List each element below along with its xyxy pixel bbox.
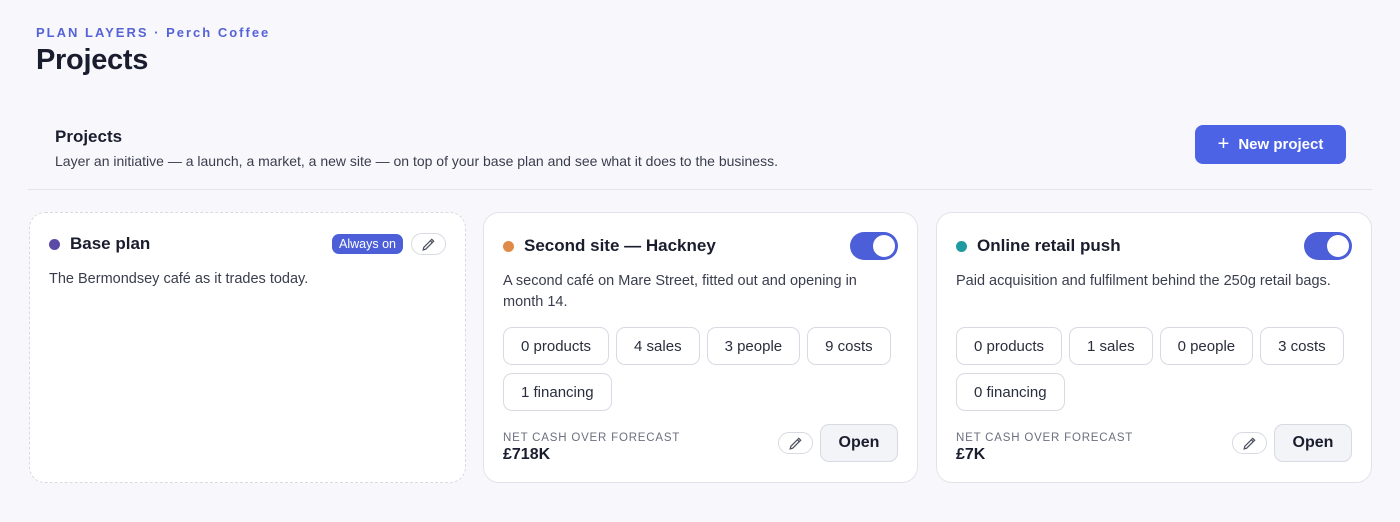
page-title: Projects xyxy=(36,44,149,76)
card-title: Second site — Hackney xyxy=(524,236,716,255)
chip-financing[interactable]: 0 financing xyxy=(956,373,1065,411)
toggle-knob xyxy=(873,235,895,257)
open-button[interactable]: Open xyxy=(1274,424,1352,462)
new-project-button[interactable]: + New project xyxy=(1195,125,1346,164)
divider xyxy=(28,189,1372,190)
chip-costs[interactable]: 9 costs xyxy=(807,327,891,365)
chip-products[interactable]: 0 products xyxy=(956,327,1063,365)
chip-products[interactable]: 0 products xyxy=(503,327,610,365)
card-header: Second site — Hackney xyxy=(503,231,898,261)
edit-button[interactable] xyxy=(411,233,446,255)
chip-list: 0 products 1 sales 0 people 3 costs 0 fi… xyxy=(956,327,1357,411)
chip-list: 0 products 4 sales 3 people 9 costs 1 fi… xyxy=(503,327,903,411)
metric-value: £7K xyxy=(956,446,986,463)
metric-label: NET CASH OVER FORECAST xyxy=(503,432,681,444)
chip-financing[interactable]: 1 financing xyxy=(503,373,612,411)
card-actions: Open xyxy=(1232,424,1352,462)
card-description: A second café on Mare Street, fitted out… xyxy=(503,273,857,310)
layer-toggle[interactable] xyxy=(850,232,898,260)
section-title: Projects xyxy=(55,127,123,146)
card-title: Base plan xyxy=(70,234,151,253)
card-header: Online retail push xyxy=(956,231,1352,261)
color-dot xyxy=(503,240,514,252)
section-description: Layer an initiative — a launch, a market… xyxy=(55,153,778,169)
layer-toggle[interactable] xyxy=(1304,232,1352,260)
chip-costs[interactable]: 3 costs xyxy=(1260,327,1344,365)
projects-page: PLAN LAYERS · Perch Coffee Projects Proj… xyxy=(0,0,1400,522)
toggle-knob xyxy=(1327,235,1349,257)
card-description: Paid acquisition and fulfilment behind t… xyxy=(956,273,1331,289)
project-card-second-site: Second site — Hackney A second café on M… xyxy=(483,212,918,483)
edit-button[interactable] xyxy=(1232,432,1267,454)
open-button[interactable]: Open xyxy=(820,424,898,462)
metric-label: NET CASH OVER FORECAST xyxy=(956,432,1134,444)
card-title: Online retail push xyxy=(977,236,1121,255)
pencil-icon xyxy=(789,436,802,450)
chip-people[interactable]: 3 people xyxy=(706,327,801,365)
color-dot xyxy=(956,240,967,252)
plus-icon: + xyxy=(1217,132,1230,155)
new-project-label: New project xyxy=(1238,136,1324,153)
edit-button[interactable] xyxy=(778,432,813,454)
card-description: The Bermondsey café as it trades today. xyxy=(49,271,309,287)
breadcrumb: PLAN LAYERS · Perch Coffee xyxy=(36,25,271,40)
section-header: Projects Layer an initiative — a launch,… xyxy=(55,127,778,169)
metric-value: £718K xyxy=(503,446,551,463)
chip-sales[interactable]: 1 sales xyxy=(1069,327,1153,365)
pencil-icon xyxy=(1243,436,1256,450)
card-header: Base plan Always on xyxy=(49,229,446,259)
card-actions: Open xyxy=(778,424,898,462)
chip-sales[interactable]: 4 sales xyxy=(616,327,700,365)
chip-people[interactable]: 0 people xyxy=(1159,327,1254,365)
project-card-online-retail: Online retail push Paid acquisition and … xyxy=(936,212,1372,483)
project-card-base-plan: Base plan Always on The Bermondsey café … xyxy=(29,212,466,483)
always-on-badge: Always on xyxy=(332,234,403,254)
color-dot xyxy=(49,238,60,250)
pencil-icon xyxy=(422,237,435,251)
